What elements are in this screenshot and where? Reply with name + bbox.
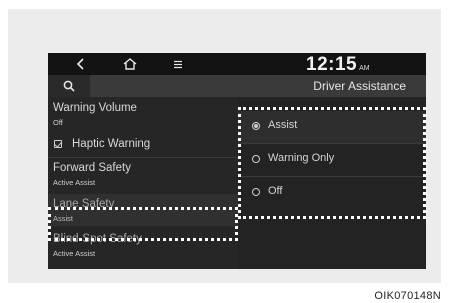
chevron-left-icon <box>76 58 84 70</box>
clock-time: 12:15 <box>306 54 358 75</box>
home-icon <box>123 58 137 70</box>
title-bar: Driver Assistance <box>48 75 426 97</box>
blind-spot-safety-value: Active Assist <box>53 249 96 258</box>
settings-list: Warning Volume Off Haptic Warning Forwar… <box>48 97 238 269</box>
warning-volume-value: Off <box>53 118 63 127</box>
back-button[interactable] <box>66 53 96 75</box>
lane-safety-highlight <box>48 207 238 241</box>
figure-code: OIK070148N <box>374 290 441 302</box>
search-button[interactable] <box>48 75 90 97</box>
infotainment-screen: 12:15 AM Driver Assistance Warning Volum… <box>48 53 426 269</box>
forward-safety-value: Active Assist <box>53 178 96 187</box>
list-item-warning-volume[interactable]: Warning Volume Off <box>48 97 238 131</box>
home-button[interactable] <box>115 53 145 75</box>
haptic-warning-checkbox[interactable] <box>54 140 62 148</box>
warning-volume-label: Warning Volume <box>53 102 137 114</box>
clock-ampm: AM <box>359 65 370 72</box>
haptic-warning-label: Haptic Warning <box>72 138 151 150</box>
search-icon <box>63 80 75 92</box>
forward-safety-label: Forward Safety <box>53 162 131 174</box>
menu-button[interactable] <box>163 53 193 75</box>
menu-icon <box>174 60 182 68</box>
list-item-forward-safety[interactable]: Forward Safety Active Assist <box>48 158 238 192</box>
figure-frame: 12:15 AM Driver Assistance Warning Volum… <box>8 9 441 283</box>
clock: 12:15 AM <box>306 53 370 75</box>
options-highlight <box>238 107 426 219</box>
page-title: Driver Assistance <box>313 79 406 93</box>
list-item-haptic-warning[interactable]: Haptic Warning <box>48 131 238 157</box>
status-bar: 12:15 AM <box>48 53 426 75</box>
